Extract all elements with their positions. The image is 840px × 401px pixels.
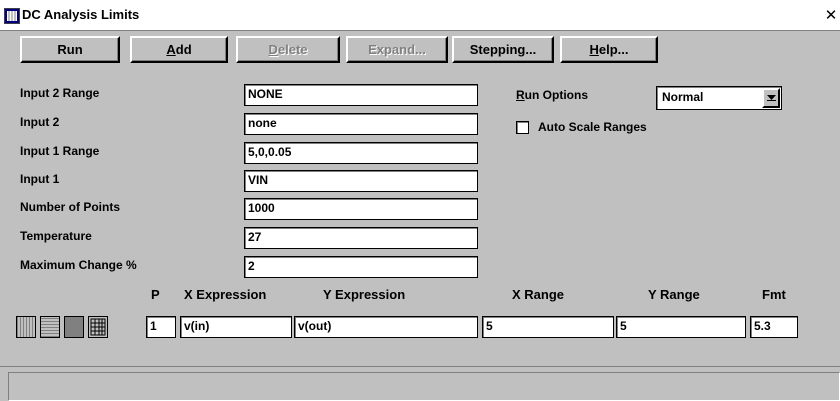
col-header-x-expression: X Expression	[184, 287, 267, 302]
input1-range-label: Input 1 Range	[20, 144, 100, 158]
y-expression-field[interactable]: v(out)	[294, 316, 478, 338]
grid-icon[interactable]	[88, 316, 108, 338]
expand-button[interactable]: Expand...	[346, 36, 448, 63]
chevron-down-icon[interactable]	[762, 88, 780, 108]
status-bar	[8, 372, 840, 401]
temperature-label: Temperature	[20, 229, 92, 243]
x-expression-field[interactable]: v(in)	[180, 316, 292, 338]
col-header-fmt: Fmt	[762, 287, 786, 302]
x-range-field[interactable]: 5	[482, 316, 614, 338]
delete-button[interactable]: Delete	[236, 36, 340, 63]
maximum-change-field[interactable]: 2	[244, 256, 478, 278]
divider	[0, 366, 840, 367]
input1-label: Input 1	[20, 172, 60, 186]
number-of-points-label: Number of Points	[20, 200, 121, 214]
expand-button-label: Expand...	[368, 42, 426, 57]
run-options-label: Run Options	[516, 88, 588, 102]
temperature-field[interactable]: 27	[244, 227, 478, 249]
col-header-x-range: X Range	[512, 287, 565, 302]
number-of-points-field[interactable]: 1000	[244, 198, 478, 220]
stepping-button-label: Stepping...	[469, 42, 537, 57]
col-header-y-expression: Y Expression	[323, 287, 406, 302]
auto-scale-checkbox[interactable]	[516, 121, 529, 134]
input1-field[interactable]: VIN	[244, 170, 478, 192]
stepping-button[interactable]: Stepping...	[452, 36, 554, 63]
close-icon[interactable]: ✕	[822, 6, 840, 24]
y-range-field[interactable]: 5	[616, 316, 746, 338]
add-button-label: Add	[166, 42, 192, 57]
window-title: DC Analysis Limits	[22, 7, 140, 22]
run-options-rest: un Options	[524, 88, 588, 102]
app-icon[interactable]	[4, 8, 20, 24]
maximum-change-label: Maximum Change %	[20, 258, 137, 272]
run-options-select[interactable]: Normal	[656, 86, 782, 110]
input2-label: Input 2	[20, 115, 60, 129]
vertical-lines-icon[interactable]	[16, 316, 36, 338]
delete-button-label: Delete	[268, 42, 308, 57]
fmt-field[interactable]: 5.3	[750, 316, 798, 338]
solid-fill-icon[interactable]	[64, 316, 84, 338]
add-button[interactable]: Add	[130, 36, 228, 63]
input2-range-label: Input 2 Range	[20, 86, 100, 100]
help-button-label: Help...	[589, 42, 629, 57]
help-button[interactable]: Help...	[560, 36, 658, 63]
horizontal-lines-icon[interactable]	[40, 316, 60, 338]
input1-range-field[interactable]: 5,0,0.05	[244, 142, 478, 164]
input2-range-field[interactable]: NONE	[244, 84, 478, 106]
run-options-mnemonic: R	[516, 88, 525, 102]
run-options-value: Normal	[662, 90, 704, 104]
input2-field[interactable]: none	[244, 113, 478, 135]
row-p-field[interactable]: 1	[146, 316, 176, 338]
col-header-p: P	[151, 287, 160, 302]
col-header-y-range: Y Range	[648, 287, 700, 302]
run-button-label: Run	[57, 42, 83, 57]
run-button[interactable]: Run	[20, 36, 120, 63]
auto-scale-label[interactable]: Auto Scale Ranges	[538, 120, 647, 134]
